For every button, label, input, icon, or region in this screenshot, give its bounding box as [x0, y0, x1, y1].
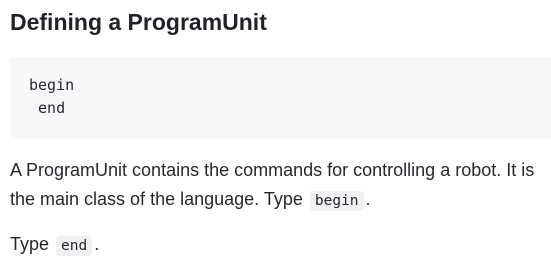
paragraph-line-2-text: the main class of the language. Type — [10, 189, 308, 209]
description-paragraph: A ProgramUnit contains the commands for … — [10, 156, 534, 216]
code-text: begin end — [29, 74, 74, 120]
inline-code-begin: begin — [309, 191, 364, 211]
section-heading: Defining a ProgramUnit — [10, 9, 267, 35]
code-line-begin: begin — [29, 76, 75, 94]
type-end-text: Type — [10, 234, 55, 254]
type-end-period: . — [94, 234, 100, 254]
type-end-paragraph: Type end. — [10, 230, 99, 256]
document-page: Defining a ProgramUnit begin end A Progr… — [0, 0, 551, 256]
paragraph-line-1: A ProgramUnit contains the commands for … — [10, 160, 535, 180]
code-line-end: end — [29, 99, 66, 117]
code-block: begin end — [10, 57, 551, 139]
inline-code-end: end — [56, 236, 93, 256]
paragraph-line-2-end: . — [365, 189, 371, 209]
